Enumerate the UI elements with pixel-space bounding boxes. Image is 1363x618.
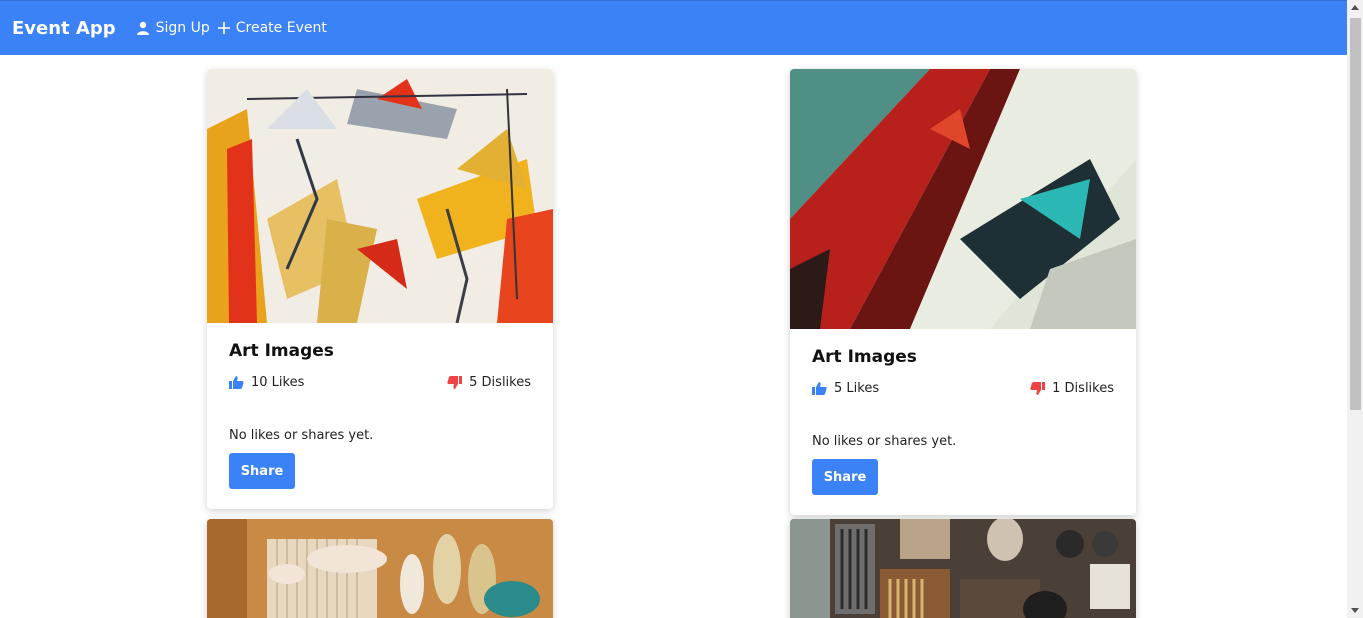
dislikes-label: 5 Dislikes bbox=[469, 375, 531, 390]
engagement-note: No likes or shares yet. bbox=[812, 434, 957, 449]
dislikes-label: 1 Dislikes bbox=[1052, 381, 1114, 396]
brand-logo-text[interactable]: Event App bbox=[12, 18, 116, 39]
likes-count[interactable]: 5 Likes bbox=[812, 381, 879, 396]
user-icon bbox=[136, 21, 149, 35]
event-card: Art Images 10 Likes 5 Dislikes No likes … bbox=[207, 69, 553, 509]
share-button[interactable]: Share bbox=[229, 453, 295, 489]
dislikes-count[interactable]: 5 Dislikes bbox=[447, 375, 531, 390]
engagement-note: No likes or shares yet. bbox=[229, 428, 374, 443]
likes-label: 5 Likes bbox=[834, 381, 880, 396]
scroll-thumb[interactable] bbox=[1350, 18, 1361, 410]
event-image-fluid-art bbox=[790, 69, 1136, 329]
card-body: Art Images 5 Likes 1 Dislikes No likes o… bbox=[790, 329, 1136, 515]
thumbs-up-icon bbox=[812, 382, 827, 395]
card-stats: 5 Likes 1 Dislikes bbox=[812, 381, 1114, 396]
plus-icon bbox=[217, 22, 230, 34]
thumbs-down-icon bbox=[1030, 382, 1046, 395]
scroll-down-arrow-icon[interactable] bbox=[1351, 608, 1359, 613]
likes-label: 10 Likes bbox=[251, 375, 305, 390]
card-title: Art Images bbox=[812, 347, 917, 367]
signup-label: Sign Up bbox=[155, 20, 210, 36]
card-stats: 10 Likes 5 Dislikes bbox=[229, 375, 531, 390]
create-event-label: Create Event bbox=[235, 20, 327, 36]
dislikes-count[interactable]: 1 Dislikes bbox=[1030, 381, 1114, 396]
scroll-up-arrow-icon[interactable] bbox=[1351, 5, 1359, 10]
card-body: Art Images 10 Likes 5 Dislikes No likes … bbox=[207, 323, 553, 509]
thumbs-up-icon bbox=[229, 376, 244, 389]
likes-count[interactable]: 10 Likes bbox=[229, 375, 304, 390]
card-title: Art Images bbox=[229, 341, 334, 361]
event-image-abstract-painting bbox=[207, 69, 553, 323]
page-scrollbar[interactable] bbox=[1347, 0, 1363, 618]
event-card bbox=[207, 519, 553, 618]
event-card: Art Images 5 Likes 1 Dislikes No likes o… bbox=[790, 69, 1136, 515]
event-card bbox=[790, 519, 1136, 618]
share-button[interactable]: Share bbox=[812, 459, 878, 495]
event-image-weaving-loom bbox=[207, 519, 553, 618]
create-event-link[interactable]: Create Event bbox=[217, 20, 327, 36]
thumbs-down-icon bbox=[447, 376, 463, 389]
event-grid: Art Images 10 Likes 5 Dislikes No likes … bbox=[0, 55, 1347, 618]
event-image-art-supplies bbox=[790, 519, 1136, 618]
signup-link[interactable]: Sign Up bbox=[136, 20, 210, 36]
top-navbar: Event App Sign Up Create Event bbox=[0, 0, 1347, 55]
